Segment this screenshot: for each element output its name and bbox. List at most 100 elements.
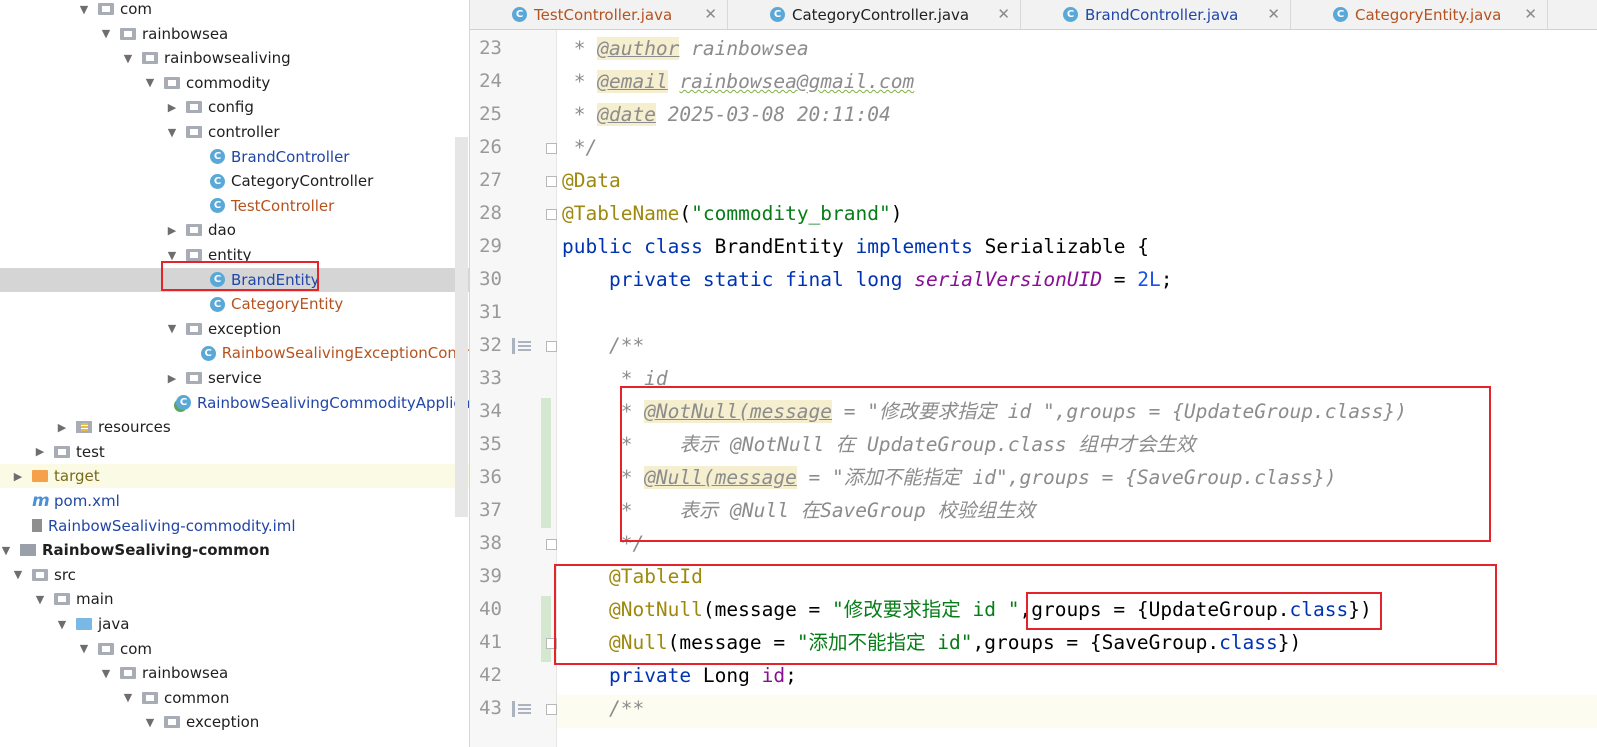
code-line[interactable]: 28 @TableName("commodity_brand")	[470, 197, 1597, 230]
tree-item[interactable]: ▼ rainbowsealiving	[0, 46, 469, 70]
code-line[interactable]: 35 * 表示 @NotNull 在 UpdateGroup.class 组中才…	[470, 428, 1597, 461]
tree-scrollbar-thumb[interactable]	[455, 137, 468, 517]
tab-testcontroller[interactable]: C TestController.java ✕	[470, 0, 728, 29]
tree-item[interactable]: ▶ config	[0, 95, 469, 119]
collapsed-arrow-icon[interactable]: ▶	[34, 445, 46, 458]
tree-item[interactable]: ▼ controller	[0, 120, 469, 144]
code-text: * @date 2025-03-08 20:11:04	[562, 98, 891, 131]
collapsed-arrow-icon[interactable]: ▶	[166, 101, 178, 114]
tree-item[interactable]: ▼ com	[0, 0, 469, 21]
tree-item[interactable]: ▼ rainbowsea	[0, 661, 469, 685]
code-token: /**	[562, 697, 645, 720]
code-token: @email	[597, 70, 668, 93]
expanded-arrow-icon[interactable]: ▼	[166, 322, 178, 335]
tree-item-label: target	[54, 467, 100, 486]
code-line[interactable]: 32 /**	[470, 329, 1597, 362]
code-token: class	[1219, 631, 1278, 654]
code-line[interactable]: 25 * @date 2025-03-08 20:11:04	[470, 98, 1597, 131]
code-line[interactable]: 36 * @Null(message = "添加不能指定 id",groups …	[470, 461, 1597, 494]
resources-folder-icon	[76, 421, 92, 434]
collapsed-arrow-icon[interactable]: ▶	[12, 470, 24, 483]
close-icon[interactable]: ✕	[997, 5, 1010, 23]
code-line[interactable]: 33 * id	[470, 362, 1597, 395]
close-icon[interactable]: ✕	[704, 5, 717, 23]
collapsed-arrow-icon[interactable]: ▶	[166, 372, 178, 385]
expanded-arrow-icon[interactable]: ▼	[100, 27, 112, 40]
expanded-arrow-icon[interactable]: ▼	[144, 76, 156, 89]
code-line[interactable]: 24 * @email rainbowsea@gmail.com	[470, 65, 1597, 98]
tree-item[interactable]: ▼ com	[0, 637, 469, 661]
tree-item[interactable]: ▼ commodity	[0, 71, 469, 95]
tree-item[interactable]: C BrandController	[0, 145, 469, 169]
code-token: Serializable {	[984, 235, 1150, 258]
tree-item[interactable]: ▼ java	[0, 612, 469, 636]
class-icon: C	[210, 296, 225, 312]
tree-item[interactable]: ▶ resources	[0, 415, 469, 439]
tree-item[interactable]: ▼ exception	[0, 710, 469, 734]
expanded-arrow-icon[interactable]: ▼	[144, 716, 156, 729]
expanded-arrow-icon[interactable]: ▼	[78, 642, 90, 655]
expanded-arrow-icon[interactable]: ▼	[122, 691, 134, 704]
collapsed-arrow-icon[interactable]: ▶	[166, 224, 178, 237]
tab-brandcontroller[interactable]: C BrandController.java ✕	[1021, 0, 1291, 29]
code-line[interactable]: 42 private Long id;	[470, 659, 1597, 692]
tree-item[interactable]: RainbowSealiving-commodity.iml	[0, 514, 469, 538]
code-line[interactable]: 39 @TableId	[470, 560, 1597, 593]
expanded-arrow-icon[interactable]: ▼	[12, 568, 24, 581]
tree-item[interactable]: C TestController	[0, 194, 469, 218]
expanded-arrow-icon[interactable]: ▼	[78, 3, 90, 16]
code-line[interactable]: 37 * 表示 @Null 在SaveGroup 校验组生效	[470, 494, 1597, 527]
code-line[interactable]: 40 @NotNull(message = "修改要求指定 id ",group…	[470, 593, 1597, 626]
code-line[interactable]: 26 */	[470, 131, 1597, 164]
expanded-arrow-icon[interactable]: ▼	[34, 593, 46, 606]
tab-categoryentity[interactable]: C CategoryEntity.java ✕	[1291, 0, 1548, 29]
tree-item[interactable]: ▼ src	[0, 563, 469, 587]
tree-item[interactable]: ▶ service	[0, 366, 469, 390]
close-icon[interactable]: ✕	[1267, 5, 1280, 23]
tree-item[interactable]: ▼ entity	[0, 243, 469, 267]
expanded-arrow-icon[interactable]: ▼	[122, 52, 134, 65]
tree-item-label: exception	[208, 319, 282, 338]
code-line[interactable]: 31	[470, 296, 1597, 329]
tree-item[interactable]: C RainbowSealivingExceptionContr	[0, 341, 469, 365]
code-line[interactable]: 30 private static final long serialVersi…	[470, 263, 1597, 296]
code-line[interactable]: 23 * @author rainbowsea	[470, 32, 1597, 65]
tree-item[interactable]: ▼ rainbowsea	[0, 22, 469, 46]
tree-item[interactable]: C CategoryEntity	[0, 292, 469, 316]
collapsed-arrow-icon[interactable]: ▶	[56, 421, 68, 434]
close-icon[interactable]: ✕	[1524, 5, 1537, 23]
expanded-arrow-icon[interactable]: ▼	[56, 618, 68, 631]
tree-item[interactable]: ▼ common	[0, 686, 469, 710]
line-number: 34	[479, 400, 502, 422]
expanded-arrow-icon[interactable]: ▼	[166, 126, 178, 139]
tree-item[interactable]: ▶ dao	[0, 218, 469, 242]
tab-label: CategoryController.java	[792, 5, 970, 24]
tree-item[interactable]: ▼ RainbowSealiving-common	[0, 538, 469, 562]
expanded-arrow-icon[interactable]: ▼	[0, 544, 12, 557]
code-line[interactable]: 34 * @NotNull(message = "修改要求指定 id ",gro…	[470, 395, 1597, 428]
code-editor[interactable]: 23 * @author rainbowsea 24 * @email rainb…	[470, 30, 1597, 747]
line-number: 42	[479, 664, 502, 686]
tab-categorycontroller[interactable]: C CategoryController.java ✕	[728, 0, 1021, 29]
tree-item[interactable]: m pom.xml	[0, 489, 469, 513]
code-line[interactable]: 38 */	[470, 527, 1597, 560]
code-line[interactable]: 29 public class BrandEntity implements Se…	[470, 230, 1597, 263]
code-line[interactable]: 41 @Null(message = "添加不能指定 id",groups = …	[470, 626, 1597, 659]
tree-item[interactable]: ▶ test	[0, 440, 469, 464]
code-text: @Data	[562, 164, 621, 197]
code-token: "修改要求指定 id "	[832, 598, 1020, 621]
code-line[interactable]: 27 @Data	[470, 164, 1597, 197]
tree-item[interactable]: C RainbowSealivingCommodityApplica	[0, 391, 469, 415]
code-line[interactable]: 43 /**	[470, 692, 1597, 725]
class-icon: C	[200, 345, 216, 361]
code-text: * @Null(message = "添加不能指定 id",groups = {…	[562, 461, 1336, 494]
tree-item[interactable]: ▼ main	[0, 587, 469, 611]
class-icon: C	[512, 7, 527, 22]
tree-item[interactable]: C BrandEntity	[0, 267, 469, 292]
tree-item[interactable]: ▼ exception	[0, 317, 469, 341]
expanded-arrow-icon[interactable]: ▼	[166, 249, 178, 262]
tree-item[interactable]: ▶ target	[0, 464, 469, 489]
tree-item[interactable]: C CategoryController	[0, 169, 469, 193]
expanded-arrow-icon[interactable]: ▼	[100, 667, 112, 680]
code-token: @Null(message	[644, 466, 797, 489]
